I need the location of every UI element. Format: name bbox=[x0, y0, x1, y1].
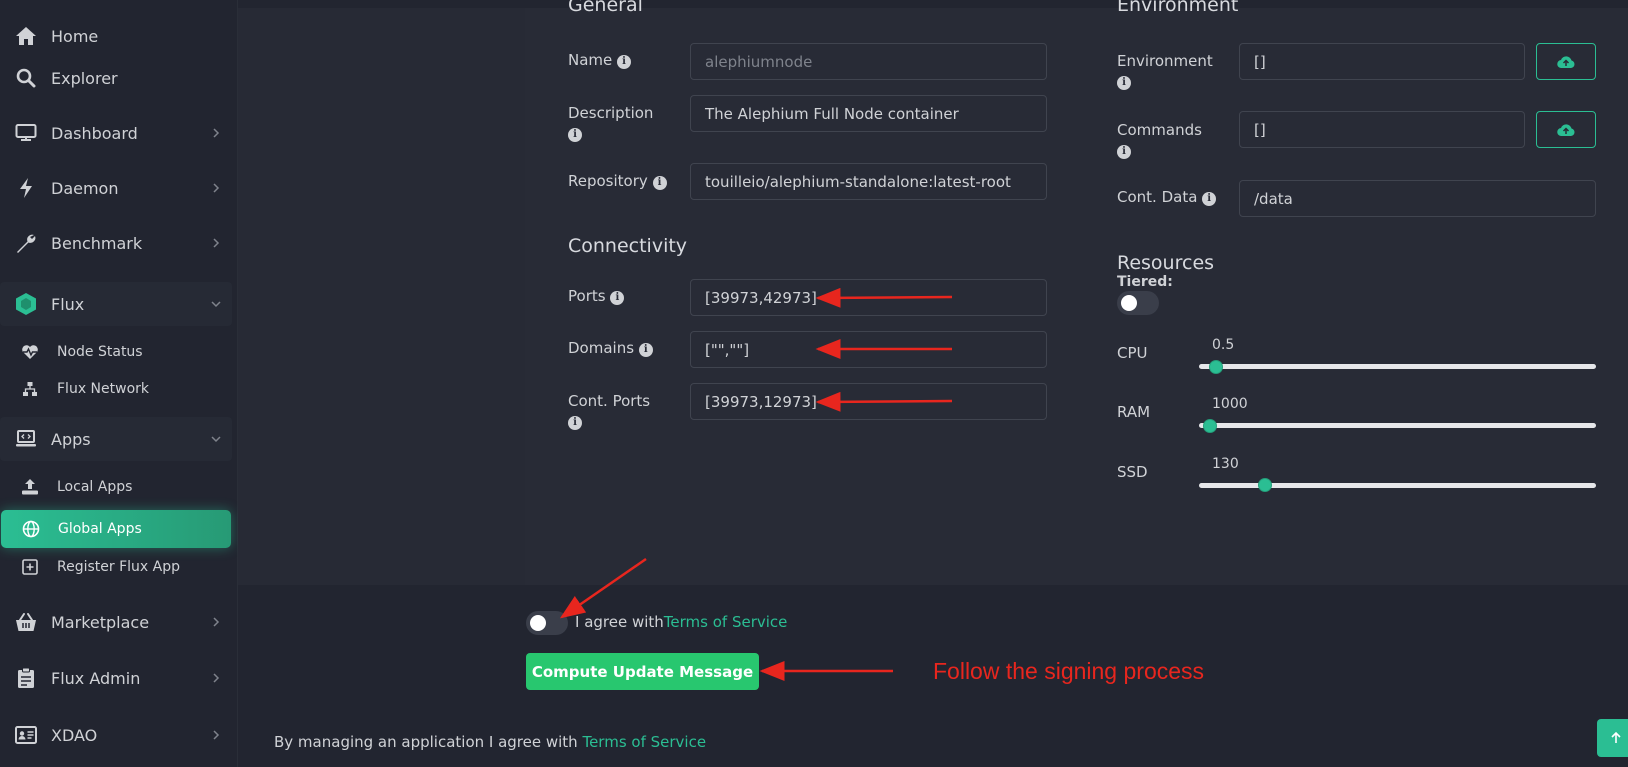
ports-arrow bbox=[815, 287, 953, 308]
cont-ports-arrow bbox=[815, 391, 953, 412]
annotation-arrows-layer bbox=[559, 287, 953, 681]
agree-toggle-arrow bbox=[559, 557, 647, 619]
